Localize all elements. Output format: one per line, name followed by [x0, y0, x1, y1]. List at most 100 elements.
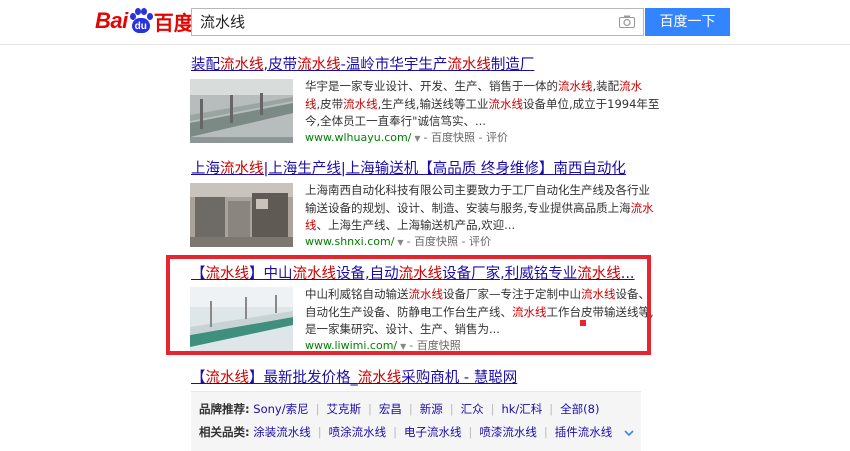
header: Bai du 百度 流水线 百度一下 — [0, 0, 850, 44]
search-result-4: 【流水线】最新批发价格_流水线采购商机 - 慧聪网 — [191, 369, 517, 387]
category-link[interactable]: 喷涂流水线 — [329, 425, 387, 439]
paw-icon: du — [129, 8, 153, 34]
search-result-1: 装配流水线,皮带流水线-温岭市华宇生产流水线制造厂 — [191, 56, 534, 74]
result-snippet: 上海南西自动化科技有限公司主要致力于工厂自动化生产线及各行业 输送设备的规划、设计… — [305, 182, 654, 235]
highlighted-keyword: 流水线 — [558, 79, 593, 93]
review-link[interactable]: 评价 — [486, 131, 508, 144]
highlighted-keyword: 流水 — [630, 200, 654, 215]
snippet-line: 线、上海生产线、上海输送机产品,欢迎... — [305, 217, 654, 235]
result-meta: www.wlhuayu.com/▼ - 百度快照 - 评价 — [305, 131, 508, 144]
highlighted-keyword: 流水线 — [205, 370, 250, 386]
highlighted-keyword: 流水线 — [220, 161, 264, 177]
camera-icon[interactable] — [619, 15, 635, 28]
brand-link[interactable]: 艾克斯 — [326, 402, 361, 416]
factory-machine-image — [190, 183, 293, 247]
text-fragment: 制造厂 — [490, 57, 535, 73]
result-thumbnail[interactable] — [190, 79, 293, 143]
result-meta: www.shnxi.com/▼ - 百度快照 - 评价 — [305, 235, 492, 248]
annotation-highlight-box — [166, 255, 651, 355]
brand-link[interactable]: Sony/索尼 — [253, 402, 308, 416]
dropdown-arrow-icon[interactable]: ▼ — [414, 134, 420, 143]
separator: | — [408, 402, 413, 416]
text-fragment: |上海生产线|上海输送机【高品质 终身维修】南西自动化 — [263, 161, 626, 177]
logo-bai-text: Bai — [95, 8, 128, 33]
snippet-line: 华宇是一家专业设计、开发、生产、销售于一体的流水线,装配流水 — [305, 78, 659, 96]
brand-link[interactable]: hk/汇科 — [501, 402, 542, 416]
text-fragment: 输送设备的规划、设计、制造、安装与服务,专业提供高品质上海 — [305, 200, 631, 215]
review-link[interactable]: 评价 — [469, 235, 491, 248]
text-fragment: 今,全体员工一直奉行"诚信笃实、... — [305, 114, 486, 128]
highlighted-keyword: 线 — [305, 96, 317, 111]
snippet-line: 上海南西自动化科技有限公司主要致力于工厂自动化生产线及各行业 — [305, 182, 654, 200]
snippet-line: 输送设备的规划、设计、制造、安装与服务,专业提供高品质上海流水 — [305, 200, 654, 218]
logo-du-text: du — [131, 18, 150, 33]
separator: | — [393, 425, 398, 439]
text-fragment: 】最新批发价格_ — [249, 370, 358, 386]
result-title[interactable]: 【流水线】最新批发价格_流水线采购商机 - 慧聪网 — [191, 369, 517, 387]
snippet-line: 线,皮带流水线,生产线,输送线等工业流水线设备单位,成立于1994年至 — [305, 96, 659, 114]
text-fragment: 采购商机 - 慧聪网 — [401, 370, 518, 386]
highlighted-keyword: 流水线 — [297, 57, 341, 73]
separator: | — [367, 402, 372, 416]
cache-link[interactable]: 百度快照 — [414, 235, 458, 248]
text-fragment: ,装配 — [592, 79, 620, 93]
category-link[interactable]: 电子流水线 — [404, 425, 462, 439]
category-link[interactable]: 涂装流水线 — [253, 425, 311, 439]
text-fragment: ,生产线,输送线等工业 — [377, 96, 489, 111]
logo-baidu-text: 百度 — [153, 10, 194, 35]
text-fragment: ,皮带 — [316, 96, 344, 111]
dropdown-arrow-icon[interactable]: ▼ — [397, 238, 403, 247]
related-box: 品牌推荐: Sony/索尼 | 艾克斯 | 宏昌 | 新源 | 汇众 | hk/汇科 | 全部(8) 相… — [191, 391, 641, 451]
chevron-down-icon[interactable] — [624, 428, 634, 438]
text-fragment: 华宇是一家专业设计、开发、生产、销售于一体的 — [305, 79, 558, 93]
separator: | — [490, 402, 495, 416]
text-fragment: -温岭市华宇生产 — [340, 57, 448, 73]
brand-label: 品牌推荐: — [199, 402, 250, 416]
highlighted-keyword: 流水线 — [447, 57, 491, 73]
separator: | — [468, 425, 473, 439]
category-link[interactable]: 插件流水线 — [555, 425, 613, 439]
text-fragment: 、上海生产线、上海输送机产品,欢迎... — [316, 218, 516, 232]
baidu-logo[interactable]: Bai du 百度 — [95, 7, 194, 35]
result-url[interactable]: www.shnxi.com/ — [305, 235, 394, 248]
brand-list: Sony/索尼 | 艾克斯 | 宏昌 | 新源 | 汇众 | hk/汇科 | 全部(8) — [253, 402, 599, 416]
result-title[interactable]: 上海流水线|上海生产线|上海输送机【高品质 终身维修】南西自动化 — [191, 160, 626, 178]
search-result-2: 上海流水线|上海生产线|上海输送机【高品质 终身维修】南西自动化 — [191, 160, 626, 178]
text-fragment: 上海 — [191, 161, 220, 177]
category-link[interactable]: 喷漆流水线 — [479, 425, 537, 439]
highlighted-keyword: 流水线 — [343, 96, 378, 111]
snippet-line: 今,全体员工一直奉行"诚信笃实、... — [305, 113, 659, 131]
separator: | — [543, 425, 548, 439]
brand-link[interactable]: 新源 — [420, 402, 443, 416]
highlighted-keyword: 流水 — [619, 79, 643, 93]
highlighted-keyword: 流水线 — [488, 96, 523, 111]
brand-link[interactable]: 汇众 — [461, 402, 484, 416]
highlighted-keyword: 线 — [305, 218, 317, 232]
search-input[interactable]: 流水线 — [191, 8, 644, 36]
result-thumbnail[interactable] — [190, 183, 293, 247]
search-button[interactable]: 百度一下 — [645, 8, 730, 36]
category-list: 涂装流水线 | 喷涂流水线 | 电子流水线 | 喷漆流水线 | 插件流水线 — [253, 425, 612, 439]
separator: | — [549, 402, 554, 416]
search-query: 流水线 — [200, 13, 246, 31]
text-fragment: 装配 — [191, 57, 220, 73]
separator: | — [317, 425, 322, 439]
header-divider — [0, 44, 850, 45]
cache-link[interactable]: 百度快照 — [431, 131, 475, 144]
highlighted-keyword: 流水线 — [357, 370, 402, 386]
annotation-dot — [580, 320, 586, 326]
result-url[interactable]: www.wlhuayu.com/ — [305, 131, 411, 144]
category-label: 相关品类: — [199, 425, 250, 439]
text-fragment: 【 — [191, 370, 206, 386]
result-title[interactable]: 装配流水线,皮带流水线-温岭市华宇生产流水线制造厂 — [191, 56, 534, 74]
text-fragment: 设备单位,成立于1994年至 — [522, 96, 660, 111]
separator: | — [449, 402, 454, 416]
separator: | — [315, 402, 320, 416]
brand-row: 品牌推荐: Sony/索尼 | 艾克斯 | 宏昌 | 新源 | 汇众 | hk/汇科 | 全部(8) — [199, 402, 599, 417]
highlighted-keyword: 流水线 — [220, 57, 264, 73]
result-snippet: 华宇是一家专业设计、开发、生产、销售于一体的流水线,装配流水 线,皮带流水线,生产… — [305, 78, 659, 131]
brand-link[interactable]: 宏昌 — [379, 402, 402, 416]
brand-link[interactable]: 全部(8) — [560, 402, 599, 416]
text-fragment: 上海南西自动化科技有限公司主要致力于工厂自动化生产线及各行业 — [305, 183, 650, 197]
factory-conveyor-image — [190, 79, 293, 143]
